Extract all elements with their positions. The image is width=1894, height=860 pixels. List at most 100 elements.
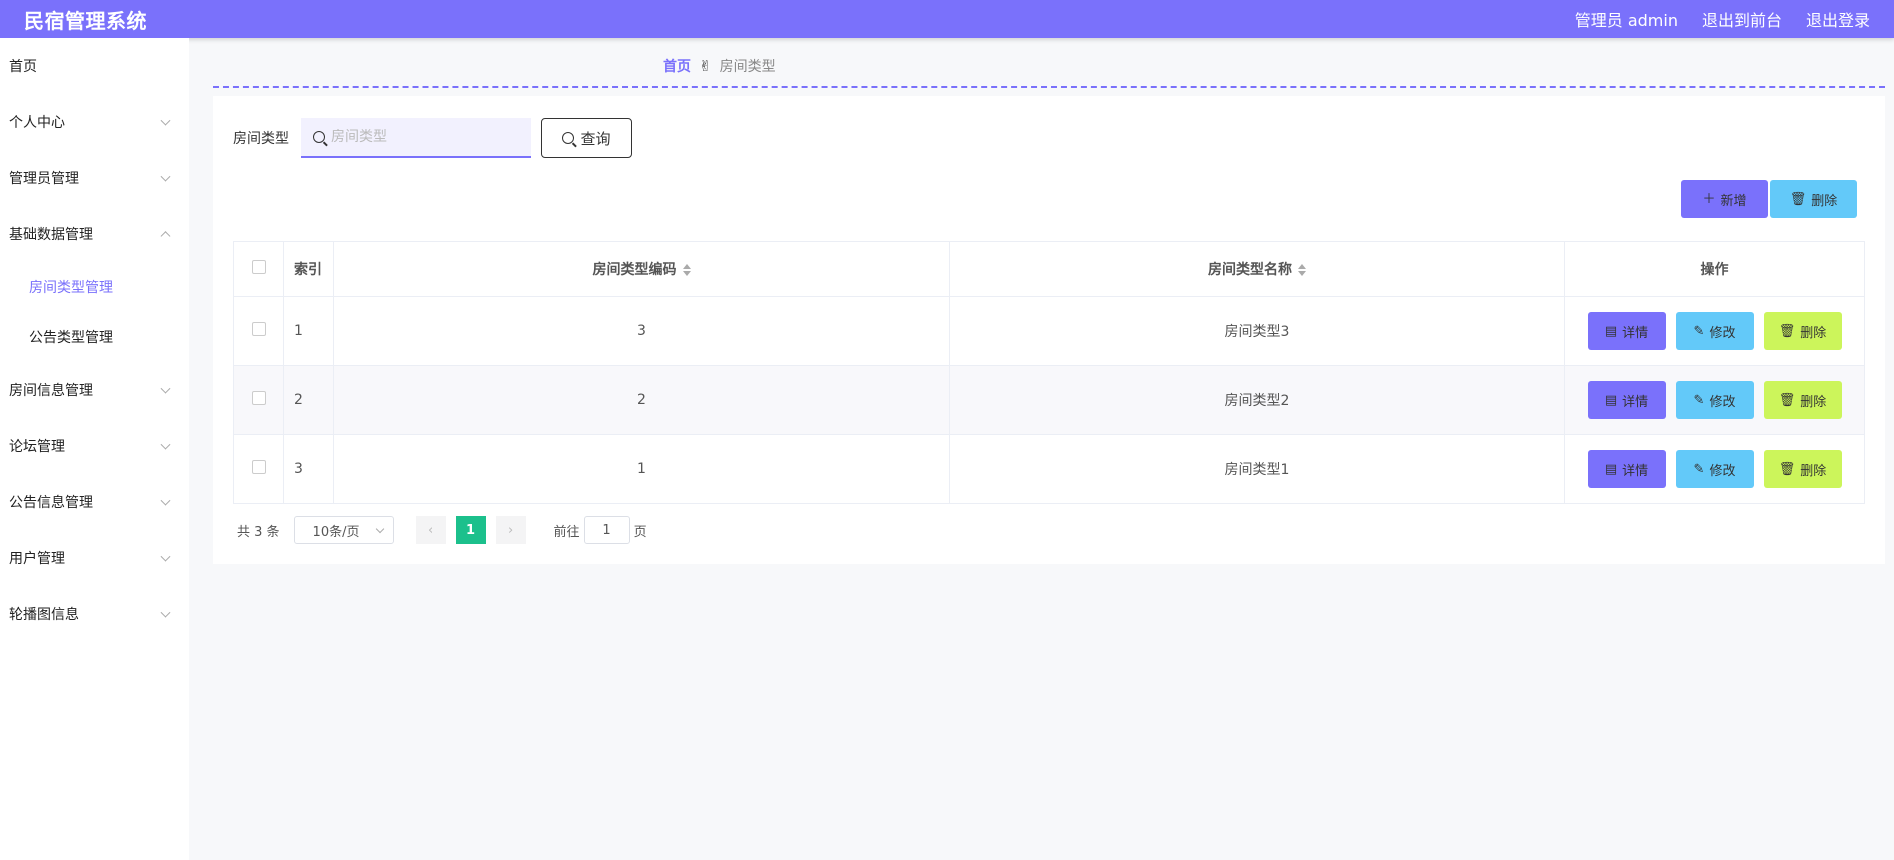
sidebar-item-admin-management[interactable]: 管理员管理 [0,150,189,206]
sidebar-item-room-info[interactable]: 房间信息管理 [0,362,189,418]
cell-index: 2 [283,365,334,435]
chevron-down-icon [160,607,171,618]
breadcrumb: 首页 ✌ 房间类型 [663,56,776,76]
header-name[interactable]: 房间类型名称 [949,241,1565,297]
cell-code: 2 [333,365,950,435]
sort-icon[interactable] [1298,264,1306,276]
delete-button[interactable]: 🗑 删除 [1763,450,1842,488]
search-input-wrapper [301,118,531,158]
sidebar-item-label: 个人中心 [9,115,65,131]
delete-button-label: 删除 [1800,463,1827,479]
logout-link[interactable]: 退出登录 [1806,7,1870,31]
sidebar-item-user-management[interactable]: 用户管理 [0,530,189,586]
top-actions: ＋ 新增 🗑 删除 [1681,180,1857,218]
pagination-total: 共 3 条 [237,524,280,540]
to-front-link[interactable]: 退出到前台 [1702,7,1782,31]
breadcrumb-home[interactable]: 首页 [663,56,691,76]
chevron-down-icon [160,495,171,506]
sidebar: 首页 个人中心 管理员管理 基础数据管理 房间类型管理 公告类型管理 房间信息管… [0,38,189,860]
top-bar: 民宿管理系统 管理员 admin 退出到前台 退出登录 [0,0,1894,38]
search-label: 房间类型 [233,131,289,147]
sidebar-subitem-room-type[interactable]: 房间类型管理 [0,262,189,312]
plus-icon: ＋ [1702,191,1716,207]
query-button[interactable]: 查询 [541,118,632,158]
chevron-down-icon [160,115,171,126]
pencil-icon: ✎ [1693,392,1705,408]
document-icon: ▤ [1604,461,1618,477]
pencil-icon: ✎ [1693,461,1705,477]
search-icon [562,132,575,144]
query-button-label: 查询 [580,129,611,148]
trash-icon: 🗑 [1778,392,1796,408]
row-checkbox-cell [233,365,284,435]
page-number-current[interactable]: 1 [455,516,486,544]
sidebar-item-label: 轮播图信息 [9,607,79,623]
delete-button[interactable]: 🗑 删除 [1763,312,1842,350]
detail-button-label: 详情 [1622,394,1649,410]
sidebar-item-label: 用户管理 [9,551,65,567]
room-type-table: 索引 房间类型编码 房间类型名称 操作 1 3 房间类型3 ▤ 详情 ✎ 修改 🗑 删… [233,241,1865,504]
delete-button-label: 删除 [1800,394,1827,410]
add-button-label: 新增 [1720,193,1747,209]
edit-button[interactable]: ✎ 修改 [1675,312,1754,350]
app-title: 民宿管理系统 [24,8,147,33]
next-page-button[interactable]: › [495,516,526,544]
cell-index: 1 [283,296,334,366]
detail-button-label: 详情 [1622,463,1649,479]
cell-ops: ▤ 详情 ✎ 修改 🗑 删除 [1564,434,1865,504]
search-row: 房间类型 查询 [233,118,632,158]
cell-ops: ▤ 详情 ✎ 修改 🗑 删除 [1564,296,1865,366]
cell-index: 3 [283,434,334,504]
sidebar-subitem-label: 公告类型管理 [29,330,113,346]
edit-button-label: 修改 [1709,325,1736,341]
select-all-checkbox[interactable] [251,260,266,274]
cell-name: 房间类型3 [949,296,1565,366]
sidebar-item-personal-center[interactable]: 个人中心 [0,94,189,150]
cell-code: 3 [333,296,950,366]
header-actions: 管理员 admin 退出到前台 退出登录 [1575,7,1870,31]
sort-icon[interactable] [682,264,691,276]
detail-button[interactable]: ▤ 详情 [1587,450,1666,488]
goto-page: 前往 页 [554,516,647,544]
header-code-label: 房间类型编码 [592,262,677,278]
header-ops-label: 操作 [1700,262,1729,278]
edit-button[interactable]: ✎ 修改 [1675,381,1754,419]
sidebar-subitem-label: 房间类型管理 [29,280,113,296]
admin-label: 管理员 admin [1574,11,1678,30]
detail-button[interactable]: ▤ 详情 [1587,312,1666,350]
row-checkbox[interactable] [251,391,266,405]
sidebar-item-basic-data[interactable]: 基础数据管理 [0,206,189,262]
row-checkbox[interactable] [251,322,266,336]
cell-ops: ▤ 详情 ✎ 修改 🗑 删除 [1564,365,1865,435]
document-icon: ▤ [1604,323,1618,339]
sidebar-subitem-notice-type[interactable]: 公告类型管理 [0,312,189,362]
table-row: 2 2 房间类型2 ▤ 详情 ✎ 修改 🗑 删除 [233,365,1865,435]
edit-button[interactable]: ✎ 修改 [1675,450,1754,488]
chevron-down-icon [160,171,171,182]
batch-delete-button[interactable]: 🗑 删除 [1770,180,1857,218]
header-index: 索引 [283,241,334,297]
row-checkbox[interactable] [251,460,266,474]
delete-button[interactable]: 🗑 删除 [1763,381,1842,419]
table-row: 1 3 房间类型3 ▤ 详情 ✎ 修改 🗑 删除 [233,296,1865,366]
sidebar-item-carousel[interactable]: 轮播图信息 [0,586,189,642]
cell-name: 房间类型1 [949,434,1565,504]
header-code[interactable]: 房间类型编码 [333,241,950,297]
cell-code: 1 [333,434,950,504]
row-checkbox-cell [233,296,284,366]
breadcrumb-divider [213,86,1885,88]
goto-page-input[interactable] [583,516,630,544]
prev-page-button[interactable]: ‹ [415,516,446,544]
page-size-select[interactable]: 10条/页 [293,516,394,544]
breadcrumb-current: 房间类型 [719,59,776,75]
sidebar-item-forum[interactable]: 论坛管理 [0,418,189,474]
add-button[interactable]: ＋ 新增 [1681,180,1768,218]
row-actions: ▤ 详情 ✎ 修改 🗑 删除 [1565,450,1864,488]
page-size-value: 10条/页 [312,524,360,540]
header-name-label: 房间类型名称 [1208,262,1292,278]
detail-button[interactable]: ▤ 详情 [1587,381,1666,419]
search-input[interactable] [331,129,511,145]
sidebar-item-home[interactable]: 首页 [0,38,189,94]
sidebar-item-notice-info[interactable]: 公告信息管理 [0,474,189,530]
header-index-label: 索引 [294,262,322,278]
